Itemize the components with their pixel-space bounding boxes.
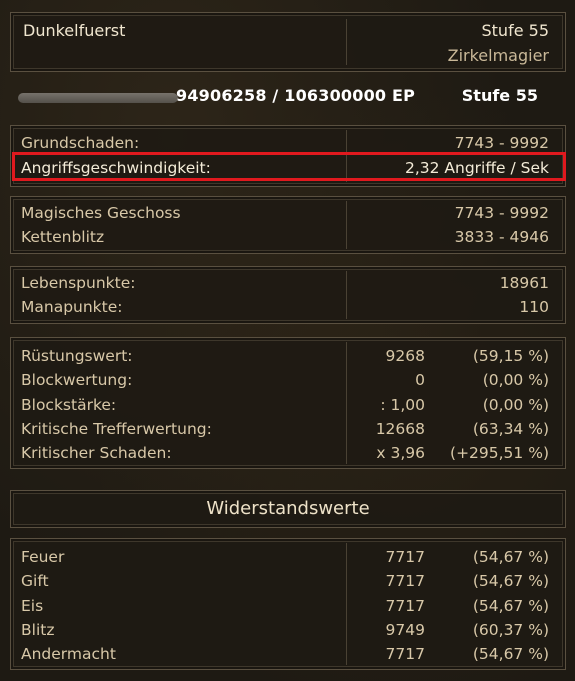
experience-bar-track — [18, 93, 178, 103]
stat-row-armor: Rüstungswert: 9268 (59,15 %) — [11, 344, 565, 368]
stat-label: Blitz — [21, 621, 55, 639]
attack-speed-highlight-box — [12, 152, 566, 181]
stat-value: 7717 — [385, 572, 425, 590]
vitals-panel: Lebenspunkte: 18961 Manapunkte: 110 — [10, 266, 566, 324]
stat-value: 110 — [519, 298, 549, 316]
stat-label: Lebenspunkte: — [21, 274, 136, 292]
stat-percent: (54,67 %) — [472, 645, 549, 663]
stat-value: : 1,00 — [380, 396, 425, 414]
stat-value: 0 — [415, 371, 425, 389]
resistance-row-fire: Feuer 7717 (54,67 %) — [11, 545, 565, 569]
stat-label: Eis — [21, 597, 44, 615]
stat-label: Rüstungswert: — [21, 347, 133, 365]
stat-label: Manapunkte: — [21, 298, 123, 316]
resistances-panel: Feuer 7717 (54,67 %) Gift 7717 (54,67 %)… — [10, 538, 566, 670]
stat-label: Blockstärke: — [21, 396, 117, 414]
resistance-row-ice: Eis 7717 (54,67 %) — [11, 594, 565, 618]
stat-label: Blockwertung: — [21, 371, 133, 389]
skills-panel: Magisches Geschoss 7743 - 9992 Kettenbli… — [10, 196, 566, 254]
column-divider — [346, 19, 347, 65]
stat-value: 3833 - 4946 — [454, 228, 549, 246]
character-level: Stufe 55 — [481, 21, 550, 40]
defense-panel: Rüstungswert: 9268 (59,15 %) Blockwertun… — [10, 337, 566, 469]
stat-row-crit-damage: Kritischer Schaden: x 3,96 (+295,51 %) — [11, 441, 565, 465]
stat-label: Gift — [21, 572, 49, 590]
stat-row-block-rating: Blockwertung: 0 (0,00 %) — [11, 368, 565, 392]
stat-percent: (54,67 %) — [472, 548, 549, 566]
stat-percent: (54,67 %) — [472, 572, 549, 590]
stat-percent: (59,15 %) — [472, 347, 549, 365]
resistance-row-poison: Gift 7717 (54,67 %) — [11, 569, 565, 593]
resistance-row-othermight: Andermacht 7717 (54,67 %) — [11, 642, 565, 666]
character-header-panel: Dunkelfuerst Stufe 55 Zirkelmagier — [10, 12, 566, 72]
stat-row-block-strength: Blockstärke: : 1,00 (0,00 %) — [11, 393, 565, 417]
stat-value: 7717 — [385, 548, 425, 566]
stat-value: 18961 — [499, 274, 549, 292]
resistance-row-lightning: Blitz 9749 (60,37 %) — [11, 618, 565, 642]
stat-percent: (54,67 %) — [472, 597, 549, 615]
stat-label: Magisches Geschoss — [21, 204, 181, 222]
experience-text: 94906258 / 106300000 EP — [176, 86, 416, 105]
stat-row-skill: Kettenblitz 3833 - 4946 — [11, 225, 565, 249]
experience-bar: 94906258 / 106300000 EP Stufe 55 — [12, 84, 564, 112]
stat-value: x 3,96 — [376, 444, 425, 462]
stat-label: Feuer — [21, 548, 65, 566]
character-name: Dunkelfuerst — [23, 21, 126, 40]
stat-value: 12668 — [375, 420, 425, 438]
stat-label: Kritischer Schaden: — [21, 444, 172, 462]
stat-row-crit-rating: Kritische Trefferwertung: 12668 (63,34 %… — [11, 417, 565, 441]
stat-label: Kritische Trefferwertung: — [21, 420, 212, 438]
stat-percent: (+295,51 %) — [450, 444, 549, 462]
stat-row-mana: Manapunkte: 110 — [11, 295, 565, 319]
stat-value: 9749 — [385, 621, 425, 639]
resistances-title-panel: Widerstandswerte — [10, 490, 566, 528]
stat-label: Kettenblitz — [21, 228, 105, 246]
stat-percent: (63,34 %) — [472, 420, 549, 438]
stat-value: 7743 - 9992 — [454, 204, 549, 222]
stat-value: 7717 — [385, 645, 425, 663]
stat-percent: (60,37 %) — [472, 621, 549, 639]
stat-row-skill: Magisches Geschoss 7743 - 9992 — [11, 201, 565, 225]
stat-value: 7717 — [385, 597, 425, 615]
stat-value: 9268 — [385, 347, 425, 365]
stat-percent: (0,00 %) — [482, 371, 549, 389]
resistances-title: Widerstandswerte — [206, 498, 370, 519]
character-class: Zirkelmagier — [447, 46, 549, 65]
stat-row-health: Lebenspunkte: 18961 — [11, 271, 565, 295]
stat-label: Andermacht — [21, 645, 116, 663]
experience-level: Stufe 55 — [461, 86, 538, 105]
stat-percent: (0,00 %) — [482, 396, 549, 414]
